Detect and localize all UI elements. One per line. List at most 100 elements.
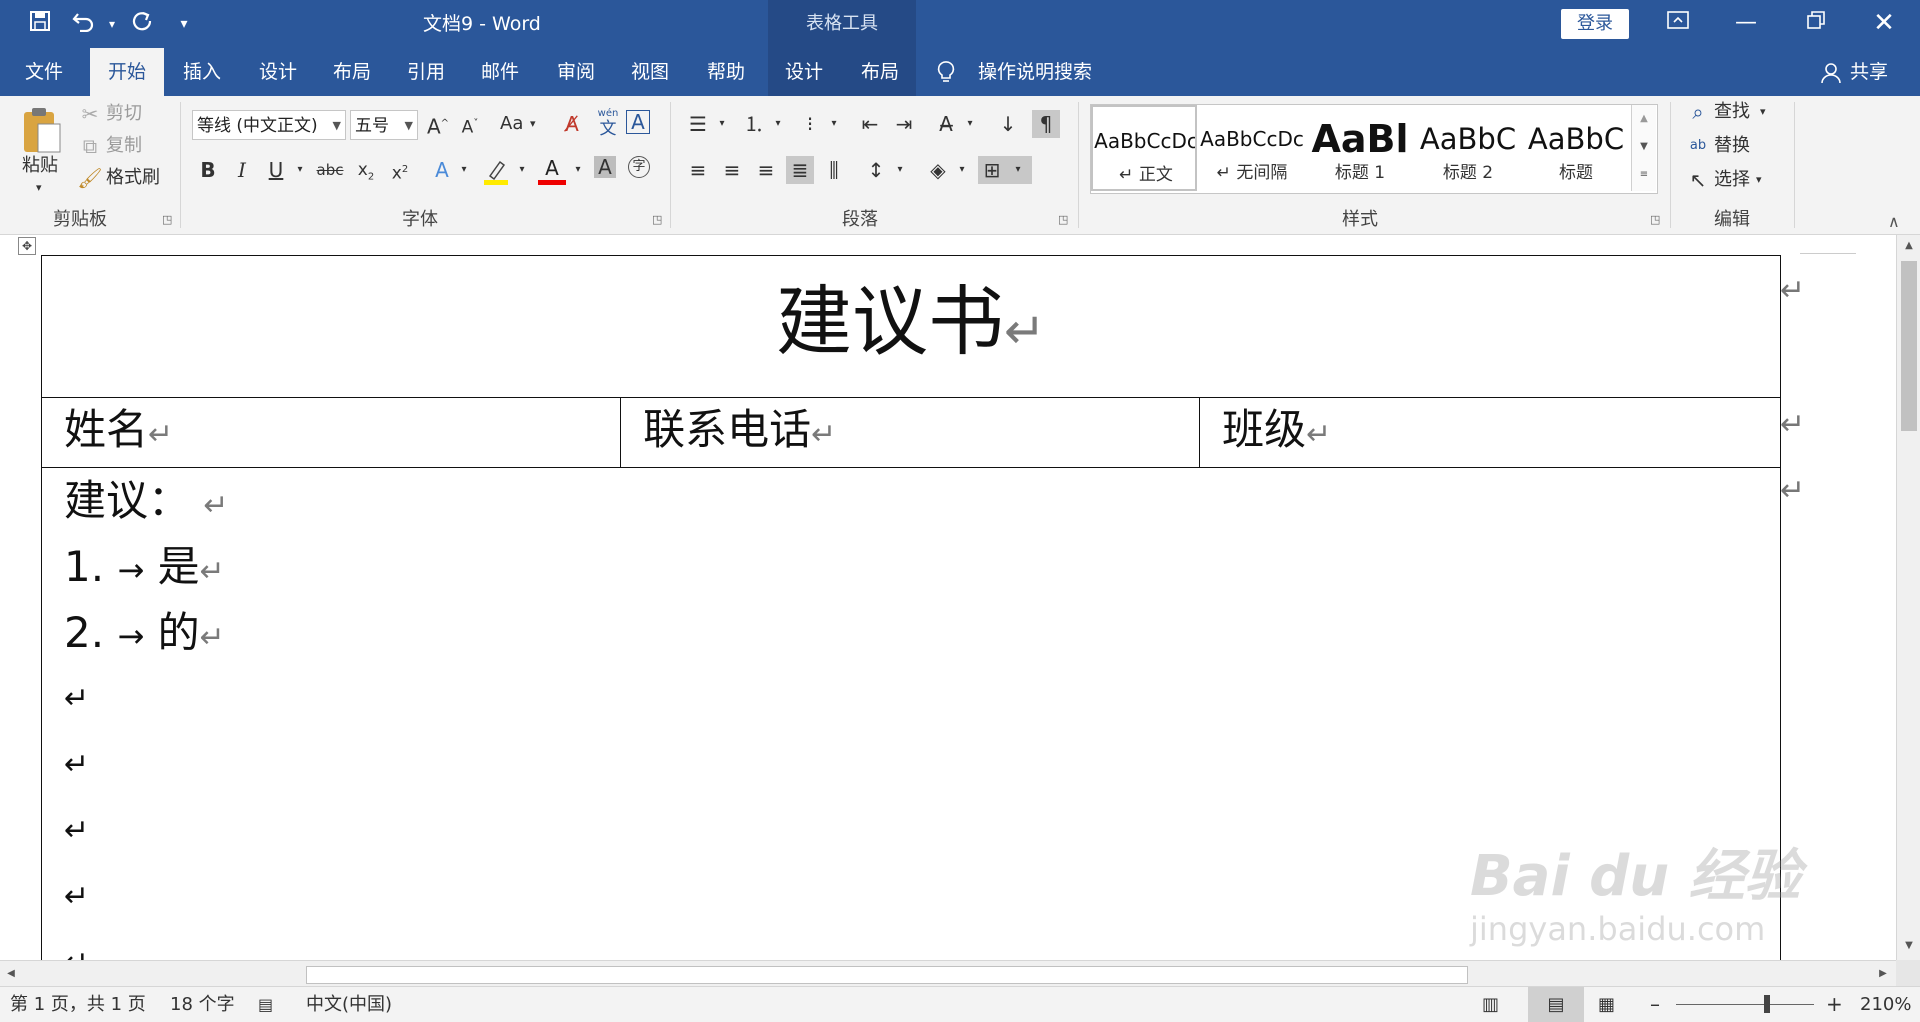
change-case-button[interactable]: Aa	[500, 112, 523, 136]
highlight-dropdown-icon[interactable]: ▾	[508, 156, 536, 184]
font-color-dropdown-icon[interactable]: ▾	[564, 156, 592, 184]
borders-dropdown-icon[interactable]: ▾	[1004, 156, 1032, 184]
name-cell[interactable]: 姓名↵	[40, 397, 622, 468]
scroll-right-icon[interactable]: ▶	[1872, 963, 1894, 985]
align-left-icon[interactable]: ≡	[684, 156, 712, 184]
vertical-scrollbar[interactable]: ▲ ▼	[1896, 235, 1920, 960]
character-shading-icon[interactable]: A	[594, 156, 616, 178]
horizontal-scroll-thumb[interactable]	[306, 966, 1468, 984]
gallery-down-icon[interactable]: ▼	[1632, 133, 1656, 161]
style-heading-2[interactable]: AaBbC 标题 2	[1415, 105, 1521, 191]
undo-icon[interactable]	[70, 10, 98, 38]
justify-icon[interactable]: ≣	[786, 156, 814, 184]
superscript-icon[interactable]: x2	[386, 156, 414, 184]
show-marks-icon[interactable]: ¶	[1032, 110, 1060, 138]
tab-view[interactable]: 视图	[616, 48, 684, 96]
text-effects-dropdown-icon[interactable]: ▾	[450, 156, 478, 184]
subscript-icon[interactable]: x2	[352, 156, 380, 184]
styles-launcher-icon[interactable]: ◳	[1650, 214, 1662, 226]
format-painter-button[interactable]: 格式刷	[106, 166, 160, 190]
undo-dropdown-icon[interactable]: ▾	[98, 10, 126, 38]
scroll-down-icon[interactable]: ▼	[1897, 935, 1920, 957]
italic-icon[interactable]: I	[228, 156, 256, 184]
style-no-spacing[interactable]: AaBbCcDc ↵ 无间隔	[1199, 105, 1305, 191]
lightbulb-icon[interactable]	[936, 60, 960, 84]
tab-references[interactable]: 引用	[392, 48, 460, 96]
share-person-icon[interactable]	[1820, 62, 1842, 84]
save-icon[interactable]	[26, 10, 54, 38]
gallery-up-icon[interactable]: ▲	[1632, 105, 1656, 133]
zoom-out-icon[interactable]: –	[1650, 987, 1660, 1022]
login-button[interactable]: 登录	[1561, 9, 1629, 39]
replace-button[interactable]: 替换	[1714, 134, 1750, 158]
print-layout-icon[interactable]: ▤	[1528, 987, 1584, 1022]
horizontal-scrollbar[interactable]: ◀ ▶	[0, 960, 1896, 987]
sort-icon[interactable]: ↓	[994, 110, 1022, 138]
shrink-font-icon[interactable]: A˅	[456, 110, 484, 138]
numbering-dropdown-icon[interactable]: ▾	[764, 110, 792, 138]
tab-review[interactable]: 审阅	[542, 48, 610, 96]
style-title[interactable]: AaBbC 标题	[1523, 105, 1629, 191]
find-dropdown-icon[interactable]: ▾	[1760, 100, 1766, 124]
close-icon[interactable]: ✕	[1854, 0, 1914, 48]
font-name-select[interactable]: 等线 (中文正文) ▼	[192, 110, 346, 140]
line-spacing-dropdown-icon[interactable]: ▾	[886, 156, 914, 184]
collapse-ribbon-icon[interactable]: ∧	[1888, 212, 1900, 231]
tab-table-design[interactable]: 设计	[770, 48, 838, 96]
select-dropdown-icon[interactable]: ▾	[1756, 168, 1762, 192]
table-move-handle-icon[interactable]: ✥	[18, 237, 36, 255]
multilevel-list-dropdown-icon[interactable]: ▾	[820, 110, 848, 138]
scroll-up-icon[interactable]: ▲	[1897, 235, 1920, 257]
share-button[interactable]: 共享	[1850, 48, 1888, 96]
gallery-more-icon[interactable]: ≡	[1632, 161, 1656, 189]
find-button[interactable]: 查找	[1714, 100, 1750, 124]
minimize-icon[interactable]: —	[1716, 0, 1776, 48]
shading-dropdown-icon[interactable]: ▾	[948, 156, 976, 184]
underline-dropdown-icon[interactable]: ▾	[286, 156, 314, 184]
redo-icon[interactable]	[128, 10, 156, 38]
paste-dropdown-icon[interactable]: ▾	[36, 176, 42, 200]
font-size-select[interactable]: 五号 ▼	[350, 110, 418, 140]
zoom-slider-track[interactable]	[1676, 1004, 1814, 1005]
class-cell[interactable]: 班级↵	[1199, 397, 1781, 468]
bold-icon[interactable]: B	[194, 156, 222, 184]
borders-icon[interactable]: ⊞	[978, 156, 1006, 184]
font-color-icon[interactable]: A	[538, 156, 566, 186]
tell-me-search[interactable]: 操作说明搜索	[978, 48, 1092, 96]
cut-button[interactable]: 剪切	[106, 102, 142, 126]
word-count[interactable]: 18 个字	[170, 987, 235, 1022]
character-border-icon[interactable]: A	[626, 110, 650, 134]
font-launcher-icon[interactable]: ◳	[652, 214, 664, 226]
highlight-icon[interactable]	[482, 158, 510, 186]
proofing-icon[interactable]: ▤	[258, 987, 273, 1022]
document-canvas[interactable]: ✥ 建议书↵ 姓名↵ 联系电话↵ 班级↵ 建议： ↵ 1. → 是↵ 2. → …	[0, 235, 1896, 960]
clipboard-launcher-icon[interactable]: ◳	[162, 214, 174, 226]
paragraph-launcher-icon[interactable]: ◳	[1058, 214, 1070, 226]
zoom-slider-thumb[interactable]	[1764, 995, 1770, 1013]
phonetic-guide-icon[interactable]: wén 文	[594, 108, 622, 140]
tab-help[interactable]: 帮助	[692, 48, 760, 96]
chinese-layout-dropdown-icon[interactable]: ▾	[956, 110, 984, 138]
decrease-indent-icon[interactable]: ⇤	[856, 110, 884, 138]
zoom-level[interactable]: 210%	[1860, 987, 1911, 1022]
grow-font-icon[interactable]: A^	[424, 110, 452, 139]
increase-indent-icon[interactable]: ⇥	[890, 110, 918, 138]
tab-insert[interactable]: 插入	[168, 48, 236, 96]
customize-quick-access-icon[interactable]: ▾	[170, 10, 198, 38]
distributed-icon[interactable]: ⫼	[820, 156, 848, 184]
vertical-scroll-thumb[interactable]	[1901, 261, 1917, 431]
align-right-icon[interactable]: ≡	[752, 156, 780, 184]
change-case-dropdown-icon[interactable]: ▾	[530, 112, 536, 136]
web-layout-icon[interactable]: ▦	[1598, 987, 1615, 1022]
ribbon-display-options-icon[interactable]	[1648, 0, 1708, 48]
style-heading-1[interactable]: AaBl 标题 1	[1307, 105, 1413, 191]
language-indicator[interactable]: 中文(中国)	[306, 987, 392, 1022]
tab-table-layout[interactable]: 布局	[846, 48, 914, 96]
select-button[interactable]: 选择	[1714, 168, 1750, 192]
paste-button[interactable]: 粘贴	[22, 154, 58, 178]
tab-mailings[interactable]: 邮件	[466, 48, 534, 96]
tab-file[interactable]: 文件	[10, 48, 78, 96]
tab-layout[interactable]: 布局	[318, 48, 386, 96]
copy-button[interactable]: 复制	[106, 134, 142, 158]
style-normal[interactable]: AaBbCcDc ↵ 正文	[1091, 105, 1197, 191]
